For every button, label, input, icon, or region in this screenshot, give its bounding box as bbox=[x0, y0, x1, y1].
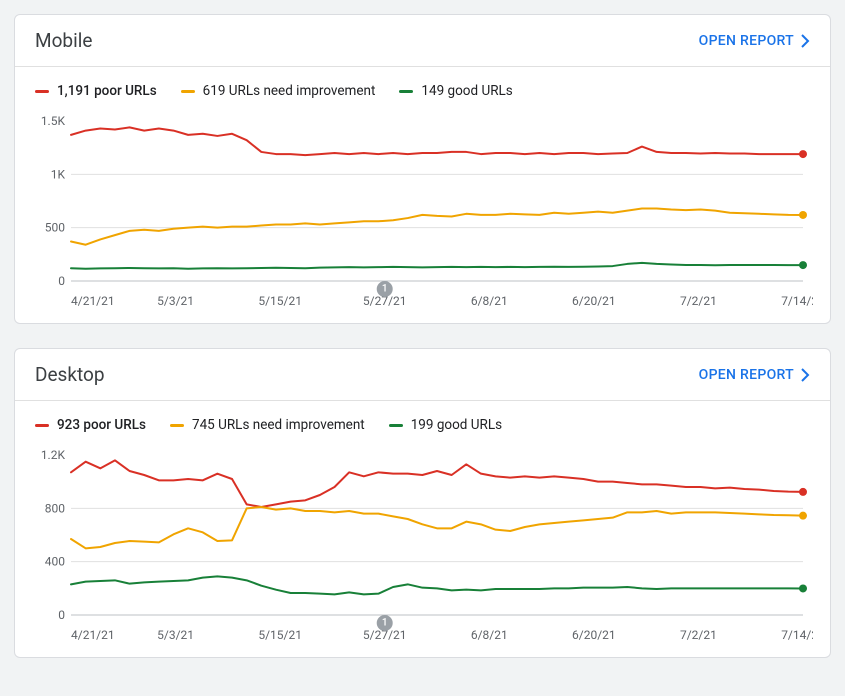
swatch-good-icon bbox=[389, 424, 403, 427]
legend-poor: 923 poor URLs bbox=[35, 417, 146, 433]
swatch-poor-icon bbox=[35, 90, 49, 93]
svg-text:5/3/21: 5/3/21 bbox=[157, 294, 194, 308]
svg-text:6/8/21: 6/8/21 bbox=[471, 628, 508, 642]
svg-text:1K: 1K bbox=[51, 167, 66, 181]
svg-text:1.5K: 1.5K bbox=[41, 115, 66, 128]
swatch-poor-icon bbox=[35, 424, 49, 427]
svg-text:6/20/21: 6/20/21 bbox=[572, 628, 616, 642]
svg-text:7/2/21: 7/2/21 bbox=[680, 294, 717, 308]
svg-text:5/3/21: 5/3/21 bbox=[157, 628, 194, 642]
svg-text:6/8/21: 6/8/21 bbox=[471, 294, 508, 308]
svg-text:4/21/21: 4/21/21 bbox=[71, 294, 115, 308]
legend-good-label: 199 good URLs bbox=[411, 417, 502, 433]
mobile-card: Mobile OPEN REPORT 1,191 poor URLs 619 U… bbox=[14, 14, 831, 324]
chart-area: 05001K1.5K4/21/215/3/215/15/215/27/216/8… bbox=[15, 111, 830, 323]
svg-text:7/14/21: 7/14/21 bbox=[781, 294, 813, 308]
svg-text:0: 0 bbox=[58, 274, 65, 288]
swatch-improve-icon bbox=[181, 90, 195, 93]
legend-poor-label: 923 poor URLs bbox=[57, 417, 146, 433]
svg-text:7/14/21: 7/14/21 bbox=[781, 628, 813, 642]
svg-text:7/2/21: 7/2/21 bbox=[680, 628, 717, 642]
chart-area: 04008001.2K4/21/215/3/215/15/215/27/216/… bbox=[15, 445, 830, 657]
svg-text:800: 800 bbox=[45, 501, 65, 515]
svg-text:500: 500 bbox=[45, 221, 65, 235]
card-header: Desktop OPEN REPORT bbox=[15, 349, 830, 400]
svg-text:4/21/21: 4/21/21 bbox=[71, 628, 115, 642]
svg-text:1: 1 bbox=[382, 618, 388, 629]
card-title: Desktop bbox=[35, 363, 105, 386]
legend-good: 149 good URLs bbox=[399, 83, 512, 99]
svg-text:5/15/21: 5/15/21 bbox=[258, 628, 302, 642]
chevron-right-icon bbox=[800, 368, 810, 382]
svg-text:6/20/21: 6/20/21 bbox=[572, 294, 616, 308]
svg-text:400: 400 bbox=[45, 555, 65, 569]
svg-text:0: 0 bbox=[58, 608, 65, 622]
swatch-improve-icon bbox=[170, 424, 184, 427]
svg-text:1.2K: 1.2K bbox=[41, 449, 66, 462]
legend-improve-label: 619 URLs need improvement bbox=[203, 83, 376, 99]
swatch-good-icon bbox=[399, 90, 413, 93]
desktop-card: Desktop OPEN REPORT 923 poor URLs 745 UR… bbox=[14, 348, 831, 658]
open-report-button[interactable]: OPEN REPORT bbox=[699, 367, 810, 383]
svg-text:5/15/21: 5/15/21 bbox=[258, 294, 302, 308]
legend: 1,191 poor URLs 619 URLs need improvemen… bbox=[15, 67, 830, 111]
legend: 923 poor URLs 745 URLs need improvement … bbox=[15, 401, 830, 445]
svg-text:1: 1 bbox=[382, 284, 388, 295]
chevron-right-icon bbox=[800, 34, 810, 48]
legend-improve: 619 URLs need improvement bbox=[181, 83, 376, 99]
card-title: Mobile bbox=[35, 29, 92, 52]
desktop-chart: 04008001.2K4/21/215/3/215/15/215/27/216/… bbox=[35, 449, 813, 649]
open-report-label: OPEN REPORT bbox=[699, 367, 794, 383]
open-report-button[interactable]: OPEN REPORT bbox=[699, 33, 810, 49]
legend-good-label: 149 good URLs bbox=[421, 83, 512, 99]
legend-poor-label: 1,191 poor URLs bbox=[57, 83, 157, 99]
mobile-chart: 05001K1.5K4/21/215/3/215/15/215/27/216/8… bbox=[35, 115, 813, 315]
legend-good: 199 good URLs bbox=[389, 417, 502, 433]
legend-improve: 745 URLs need improvement bbox=[170, 417, 365, 433]
legend-poor: 1,191 poor URLs bbox=[35, 83, 157, 99]
card-header: Mobile OPEN REPORT bbox=[15, 15, 830, 66]
open-report-label: OPEN REPORT bbox=[699, 33, 794, 49]
legend-improve-label: 745 URLs need improvement bbox=[192, 417, 365, 433]
